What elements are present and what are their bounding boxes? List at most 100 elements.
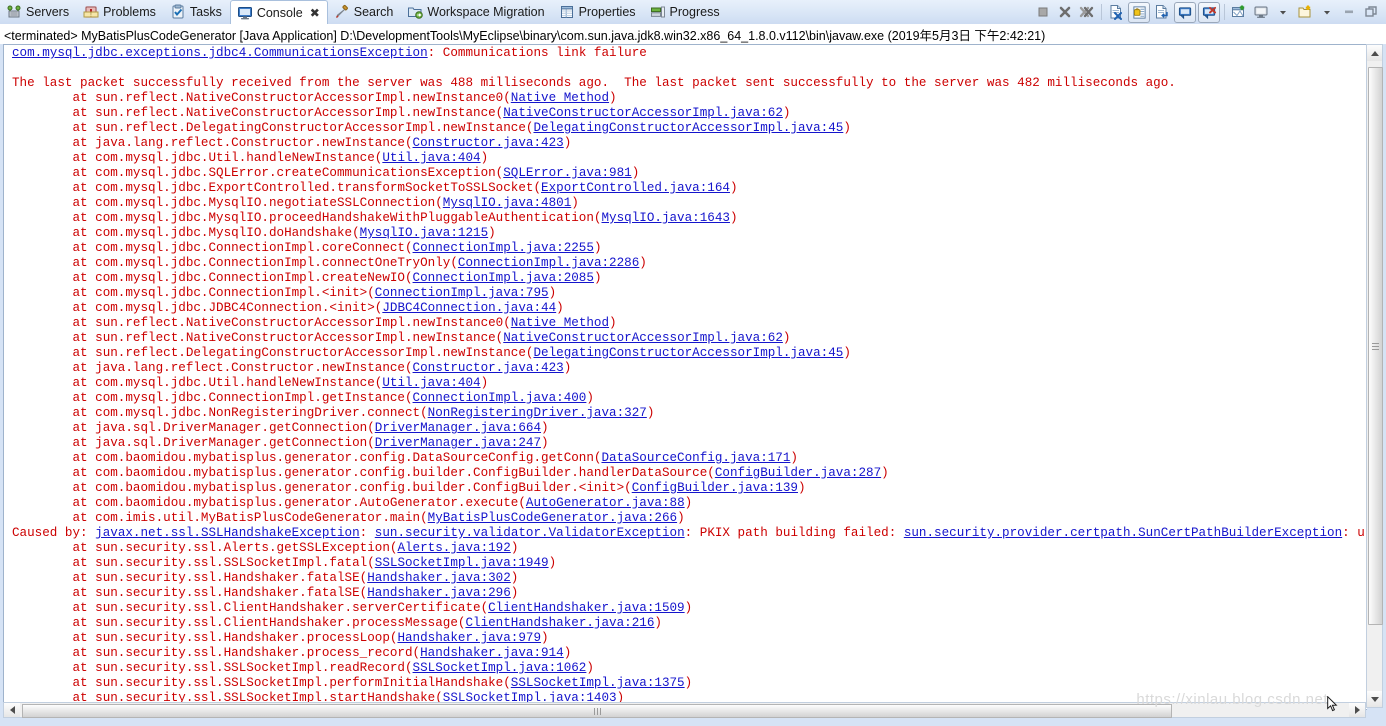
stack-trace-link[interactable]: ConnectionImpl.java:2286 (458, 256, 639, 270)
stack-trace-link[interactable]: DriverManager.java:664 (375, 421, 541, 435)
stack-trace-link[interactable]: ConnectionImpl.java:2085 (413, 271, 594, 285)
stack-trace-link[interactable]: Handshaker.java:302 (367, 571, 511, 585)
open-console-dropdown[interactable] (1272, 1, 1294, 23)
stack-trace-text: at sun.reflect.DelegatingConstructorAcce… (12, 346, 534, 360)
stack-trace-link[interactable]: com.mysql.jdbc.exceptions.jdbc4.Communic… (12, 46, 428, 60)
stack-trace-link[interactable]: DataSourceConfig.java:171 (601, 451, 790, 465)
tab-tasks[interactable]: Tasks (164, 0, 230, 24)
stack-trace-link[interactable]: DelegatingConstructorAccessorImpl.java:4… (533, 346, 843, 360)
scroll-left-button[interactable] (4, 703, 20, 717)
stack-trace-link[interactable]: SSLSocketImpl.java:1375 (511, 676, 685, 690)
vertical-scrollbar-thumb[interactable] (1368, 67, 1383, 625)
remove-launch-button[interactable] (1054, 1, 1076, 23)
console-line: at java.sql.DriverManager.getConnection(… (12, 436, 1367, 451)
stack-trace-link[interactable]: MysqlIO.java:1215 (360, 226, 488, 240)
stack-trace-text: at com.mysql.jdbc.ConnectionImpl.connect… (12, 256, 458, 270)
stack-trace-link[interactable]: sun.security.validator.ValidatorExceptio… (375, 526, 685, 540)
stack-trace-link[interactable]: ConfigBuilder.java:139 (632, 481, 798, 495)
stack-trace-link[interactable]: Util.java:404 (382, 376, 480, 390)
grip-icon-horizontal (593, 707, 601, 715)
stack-trace-link[interactable]: SSLSocketImpl.java:1949 (375, 556, 549, 570)
tab-properties[interactable]: Properties (553, 0, 644, 24)
stack-trace-text: ) (548, 556, 557, 570)
stack-trace-link[interactable]: Constructor.java:423 (413, 136, 564, 150)
tab-problems[interactable]: ! Problems (77, 0, 164, 24)
stack-trace-text: at com.baomidou.mybatisplus.generator.co… (12, 481, 632, 495)
terminate-button[interactable] (1032, 1, 1054, 23)
clear-console-button[interactable] (1105, 1, 1127, 23)
stack-trace-link[interactable]: sun.security.provider.certpath.SunCertPa… (904, 526, 1342, 540)
tab-progress[interactable]: Progress (644, 0, 728, 24)
open-console-button[interactable] (1228, 1, 1250, 23)
new-console-view-button[interactable] (1250, 1, 1272, 23)
stack-trace-link[interactable]: ConnectionImpl.java:400 (413, 391, 587, 405)
tab-servers[interactable]: Servers (0, 0, 77, 24)
stack-trace-link[interactable]: DelegatingConstructorAccessorImpl.java:4… (533, 121, 843, 135)
stack-trace-link[interactable]: Alerts.java:192 (397, 541, 510, 555)
remove-all-terminated-button[interactable] (1076, 1, 1098, 23)
stack-trace-text: : (359, 526, 375, 540)
scroll-lock-button[interactable] (1128, 1, 1150, 23)
stack-trace-link[interactable]: Handshaker.java:979 (397, 631, 541, 645)
console-line: at sun.security.ssl.Handshaker.fatalSE(H… (12, 586, 1367, 601)
stack-trace-link[interactable]: ConnectionImpl.java:795 (375, 286, 549, 300)
stack-trace-text: ) (797, 481, 806, 495)
stack-trace-text: ) (843, 346, 851, 360)
stack-trace-link[interactable]: MyBatisPlusCodeGenerator.java:266 (428, 511, 677, 525)
stack-trace-link[interactable]: MysqlIO.java:4801 (443, 196, 571, 210)
maximize-button[interactable] (1360, 1, 1382, 23)
stack-trace-link[interactable]: NonRegisteringDriver.java:327 (428, 406, 647, 420)
stack-trace-link[interactable]: javax.net.ssl.SSLHandshakeException (95, 526, 360, 540)
stack-trace-link[interactable]: Constructor.java:423 (413, 361, 564, 375)
stack-trace-link[interactable]: JDBC4Connection.java:44 (382, 301, 556, 315)
display-selected-console-button[interactable] (1198, 1, 1220, 23)
tab-search[interactable]: Search (328, 0, 402, 24)
stack-trace-text: ) (677, 511, 685, 525)
console-line: at sun.security.ssl.SSLSocketImpl.readRe… (12, 661, 1367, 676)
stack-trace-text: ) (729, 211, 738, 225)
stack-trace-text: at sun.reflect.NativeConstructorAccessor… (12, 106, 504, 120)
stack-trace-link[interactable]: SQLError.java:981 (503, 166, 631, 180)
stack-trace-link[interactable]: Native Method (511, 316, 609, 330)
stack-trace-link[interactable]: ClientHandshaker.java:216 (465, 616, 654, 630)
new-console-button[interactable] (1294, 1, 1316, 23)
stack-trace-link[interactable]: NativeConstructorAccessorImpl.java:62 (503, 331, 783, 345)
stack-trace-link[interactable]: ConfigBuilder.java:287 (715, 466, 881, 480)
stack-trace-text: ) (790, 451, 798, 465)
console-line: at sun.security.ssl.Handshaker.fatalSE(H… (12, 571, 1367, 586)
horizontal-scrollbar[interactable] (3, 702, 1366, 718)
vertical-scrollbar[interactable] (1366, 44, 1383, 708)
stack-trace-link[interactable]: ClientHandshaker.java:1509 (488, 601, 685, 615)
horizontal-scrollbar-thumb[interactable] (22, 704, 1172, 718)
close-icon[interactable]: ✖ (310, 6, 320, 20)
stack-trace-link[interactable]: ConnectionImpl.java:2255 (413, 241, 594, 255)
console-line: at java.lang.reflect.Constructor.newInst… (12, 361, 1367, 376)
tab-search-label: Search (353, 5, 394, 19)
stack-trace-text: at com.mysql.jdbc.MysqlIO.doHandshake( (12, 226, 360, 240)
stack-trace-link[interactable]: SSLSocketImpl.java:1062 (413, 661, 587, 675)
console-line: at sun.security.ssl.SSLSocketImpl.fatal(… (12, 556, 1367, 571)
view-menu-dropdown[interactable] (1316, 1, 1338, 23)
stack-trace-link[interactable]: Native Method (511, 91, 609, 105)
stack-trace-link[interactable]: NativeConstructorAccessorImpl.java:62 (503, 106, 783, 120)
stack-trace-link[interactable]: AutoGenerator.java:88 (526, 496, 685, 510)
stack-trace-link[interactable]: ExportControlled.java:164 (541, 181, 730, 195)
stack-trace-link[interactable]: Handshaker.java:914 (420, 646, 564, 660)
stack-trace-text: : PKIX path building failed: (684, 526, 904, 540)
tab-workspace-migration[interactable]: Workspace Migration (401, 0, 552, 24)
console-output-pane[interactable]: com.mysql.jdbc.exceptions.jdbc4.Communic… (3, 44, 1367, 710)
stack-trace-link[interactable]: Handshaker.java:296 (367, 586, 511, 600)
minimize-button[interactable] (1338, 1, 1360, 23)
stack-trace-link[interactable]: DriverManager.java:247 (375, 436, 541, 450)
pin-console-button[interactable] (1174, 1, 1196, 23)
stack-trace-link[interactable]: MysqlIO.java:1643 (601, 211, 729, 225)
console-line: at com.imis.util.MyBatisPlusCodeGenerato… (12, 511, 1367, 526)
tab-console[interactable]: Console ✖ (229, 0, 328, 25)
scroll-right-button[interactable] (1349, 703, 1365, 717)
tab-console-label: Console (256, 6, 303, 20)
scroll-up-button[interactable] (1367, 45, 1382, 61)
stack-trace-text: at com.mysql.jdbc.JDBC4Connection.<init>… (12, 301, 383, 315)
word-wrap-button[interactable] (1151, 1, 1173, 23)
scroll-down-button[interactable] (1367, 691, 1382, 707)
stack-trace-link[interactable]: Util.java:404 (382, 151, 480, 165)
